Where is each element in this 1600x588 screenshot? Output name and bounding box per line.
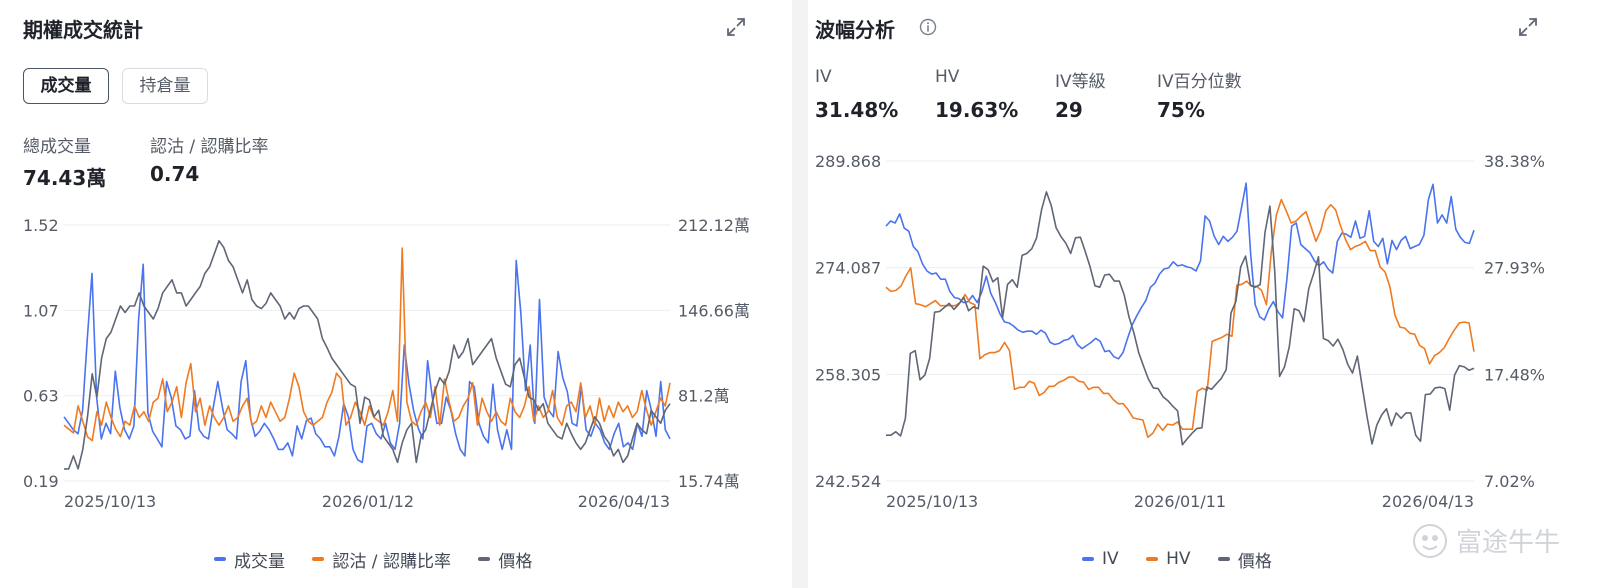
hv-value: 19.63% (935, 98, 1019, 122)
watermark: 富途牛牛 (1412, 522, 1560, 559)
legend-label: 價格 (1237, 551, 1272, 572)
x-tick-label: 2025/10/13 (64, 492, 156, 511)
legend-label: 認沽 / 認購比率 (332, 551, 451, 572)
chart-legend: 成交量 認沽 / 認購比率 價格 (214, 546, 554, 572)
series-line-HV (885, 198, 1475, 439)
x-tick-label: 2026/01/11 (1134, 492, 1226, 511)
total-volume-value: 74.43萬 (23, 166, 107, 190)
legend-swatch (1146, 557, 1159, 561)
volume-chart[interactable]: 1.52 212.12萬 1.07 146.66萬 0.63 81.2萬 0.19 15.74… (0, 200, 792, 520)
tab-open-interest[interactable]: 持倉量 (122, 68, 208, 104)
y-tick-label-left: 1.07 (23, 301, 59, 320)
y-tick-label-right: 212.12萬 (678, 216, 750, 235)
hv-label: HV (935, 67, 960, 87)
legend-swatch (214, 557, 226, 561)
y-tick-label-left: 0.63 (23, 387, 59, 406)
x-tick-label: 2026/04/13 (1382, 492, 1474, 511)
iv-label: IV (815, 67, 832, 87)
y-tick-label-left: 289.868 (815, 152, 881, 171)
total-volume-label: 總成交量 (23, 137, 91, 157)
y-tick-label-right: 17.48% (1484, 365, 1545, 384)
info-icon[interactable] (919, 18, 937, 36)
iv-value: 31.48% (815, 98, 899, 122)
legend-swatch (312, 557, 325, 561)
y-tick-label-left: 0.19 (23, 472, 59, 491)
iv-rank-label: IV等級 (1055, 72, 1106, 92)
y-tick-label-left: 258.305 (815, 365, 881, 384)
legend-swatch (1217, 557, 1230, 561)
put-call-ratio-label: 認沽 / 認購比率 (150, 137, 269, 157)
legend-item-price[interactable]: 價格 (1217, 547, 1272, 572)
put-call-ratio-value: 0.74 (150, 162, 200, 186)
legend-item-iv[interactable]: IV (1082, 549, 1119, 569)
legend-label: IV (1102, 549, 1119, 569)
y-tick-label-left: 242.524 (815, 472, 881, 491)
iv-percentile-label: IV百分位數 (1157, 72, 1242, 92)
y-tick-label-right: 146.66萬 (678, 301, 750, 320)
legend-label: 價格 (498, 551, 533, 572)
legend-label: 成交量 (234, 551, 285, 572)
y-tick-label-left: 1.52 (23, 216, 59, 235)
y-tick-label-left: 274.087 (815, 259, 881, 278)
y-tick-label-right: 81.2萬 (678, 387, 730, 406)
expand-icon[interactable] (1517, 16, 1539, 38)
iv-rank-value: 29 (1055, 98, 1083, 122)
y-tick-label-right: 15.74萬 (678, 472, 740, 491)
legend-label: HV (1166, 549, 1191, 569)
iv-percentile-value: 75% (1157, 98, 1205, 122)
watermark-text: 富途牛牛 (1455, 528, 1560, 558)
y-tick-label-right: 7.02% (1484, 472, 1535, 491)
series-line-IV (885, 182, 1475, 360)
legend-swatch (478, 557, 491, 561)
panel-title: 期權成交統計 (23, 18, 143, 42)
x-tick-label: 2026/01/12 (322, 492, 414, 511)
volatility-panel: 波幅分析 IV 31.48% HV 19.63% IV等級 29 IV百分位數 … (808, 0, 1600, 588)
legend-item-price[interactable]: 價格 (478, 547, 532, 572)
chart-legend: IV HV 價格 (1082, 546, 1294, 572)
legend-swatch (1082, 557, 1094, 561)
option-volume-panel: 期權成交統計 成交量 持倉量 總成交量 74.43萬 認沽 / 認購比率 0.7… (0, 0, 792, 588)
series-line-價格 (886, 191, 1475, 446)
series-line-成交量 (63, 259, 671, 464)
y-tick-label-right: 27.93% (1484, 259, 1545, 278)
tab-volume[interactable]: 成交量 (23, 68, 109, 104)
legend-item-put-call-ratio[interactable]: 認沽 / 認購比率 (312, 547, 451, 572)
volatility-chart[interactable]: 289.868 38.38% 274.087 27.93% 258.305 17.48% 2… (808, 140, 1600, 520)
x-tick-label: 2026/04/13 (578, 492, 670, 511)
expand-icon[interactable] (725, 16, 747, 38)
x-tick-label: 2025/10/13 (886, 492, 978, 511)
y-tick-label-right: 38.38% (1484, 152, 1545, 171)
legend-item-hv[interactable]: HV (1146, 549, 1190, 569)
legend-item-volume[interactable]: 成交量 (214, 547, 285, 572)
logo-icon (1412, 523, 1447, 558)
panel-title: 波幅分析 (815, 18, 895, 42)
